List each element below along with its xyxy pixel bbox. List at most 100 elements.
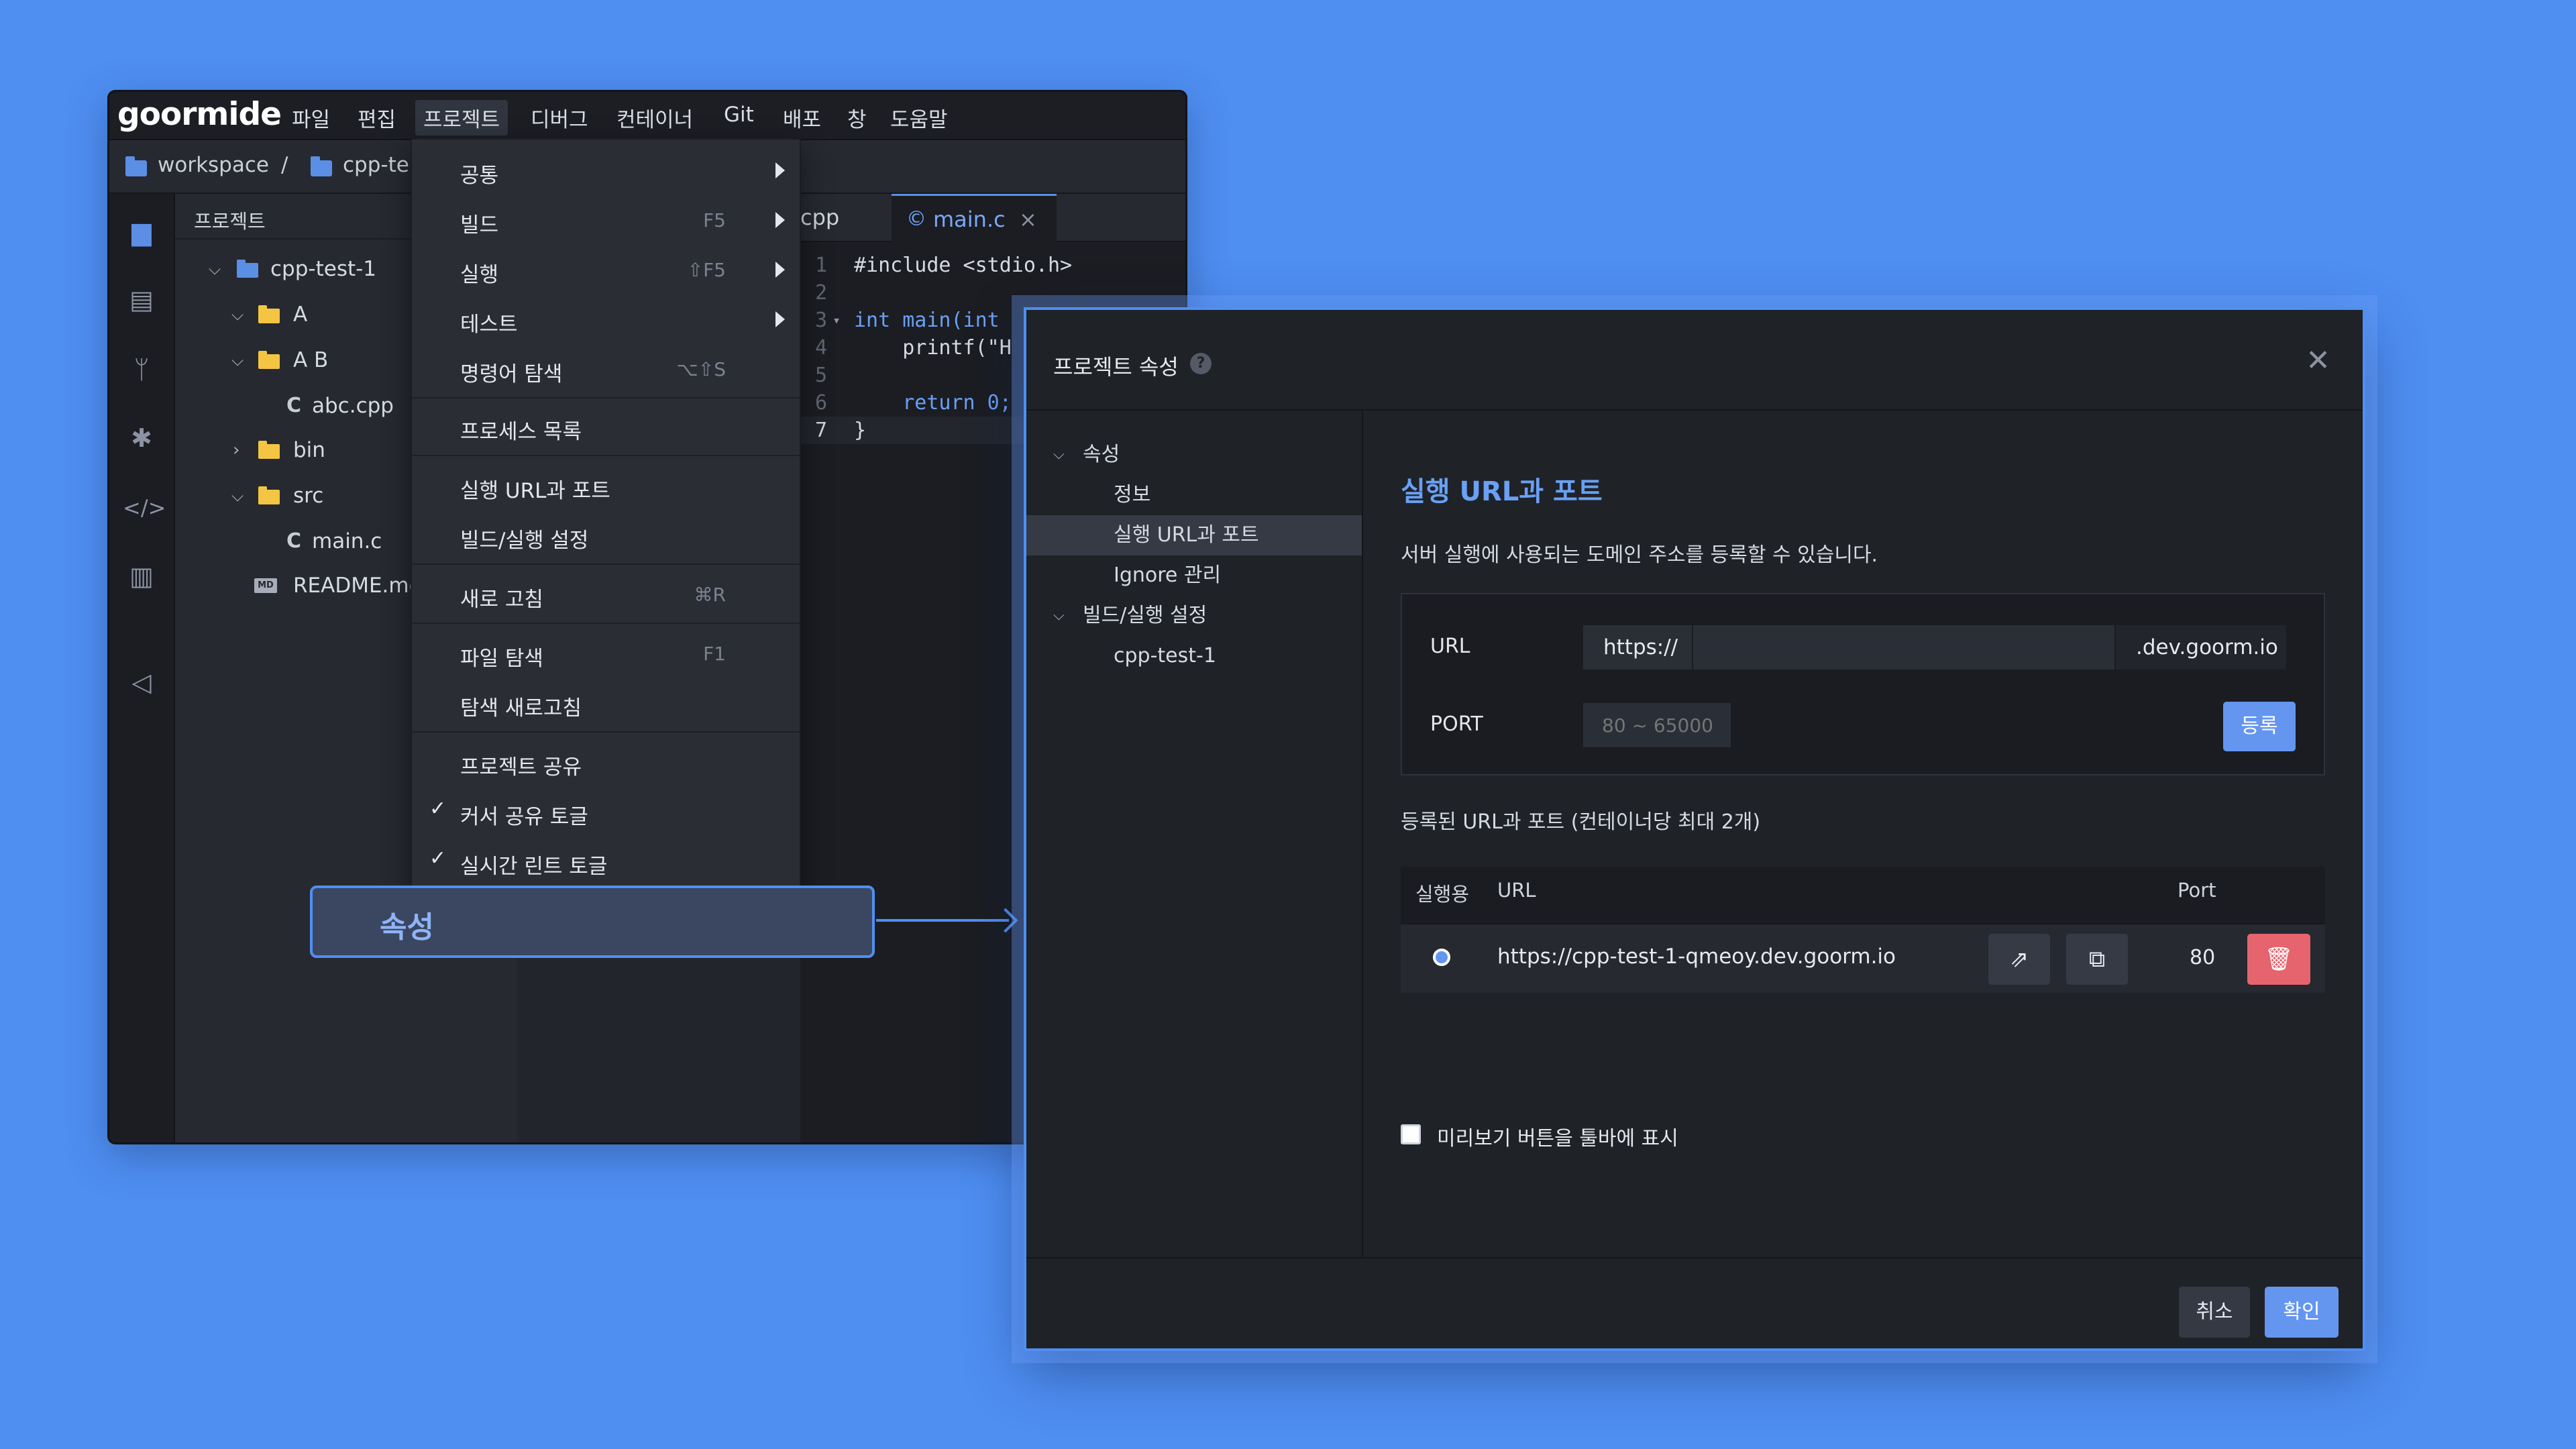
project-dropdown-menu: 공통 빌드 F5 실행 ⇧F5 테스트 명령어 탐색 ⌥⇧S 프로세스 목록 실행 U… xyxy=(411,138,801,899)
sidebar-group-build-run[interactable]: ⌵ 빌드/실행 설정 xyxy=(1026,596,1362,636)
url-input[interactable] xyxy=(1692,624,2116,671)
cancel-button[interactable]: 취소 xyxy=(2179,1287,2250,1338)
menu-item-build-run-settings[interactable]: 빌드/실행 설정 xyxy=(412,511,800,561)
chevron-down-icon: ⌵ xyxy=(1053,446,1065,463)
preview-toolbar-label: 미리보기 버튼을 툴바에 표시 xyxy=(1437,1127,1678,1150)
project-explorer-icon[interactable]: ▆ xyxy=(123,213,160,250)
menu-file[interactable]: 파일 xyxy=(284,100,338,136)
tab-main-c[interactable]: © main.c × xyxy=(892,194,1057,243)
sidebar-item-ignore[interactable]: Ignore 관리 xyxy=(1026,555,1362,596)
folder-icon xyxy=(258,351,280,369)
breadcrumb-workspace[interactable]: workspace xyxy=(158,153,269,177)
dialog-header: 프로젝트 속성 ? ✕ xyxy=(1026,310,2363,411)
vscode-icon[interactable]: ◁ xyxy=(123,663,160,701)
header-run: 실행용 xyxy=(1415,883,1470,906)
checkmark-icon: ✓ xyxy=(429,847,447,870)
terminal-icon[interactable]: ▤ xyxy=(123,281,160,319)
folder-icon xyxy=(258,441,280,459)
row-url: https://cpp-test-1-qmeoy.dev.goorm.io xyxy=(1497,945,1896,969)
url-prefix: https:// xyxy=(1582,624,1693,671)
menu-container[interactable]: 컨테이너 xyxy=(608,100,701,136)
editor-tabs: cpp © main.c × xyxy=(800,194,1185,243)
code-icon[interactable]: </> xyxy=(123,489,166,527)
explorer-title: 프로젝트 xyxy=(194,210,266,233)
row-port: 80 xyxy=(2190,946,2216,969)
callout-connector xyxy=(876,919,1009,922)
menu-edit[interactable]: 편집 xyxy=(350,100,404,136)
delete-icon[interactable]: 🗑 xyxy=(2247,934,2310,985)
header-url: URL xyxy=(1497,879,1536,902)
activity-bar: ▆ ▤ ᛘ ✱ </> ▥ ◁ xyxy=(109,194,175,1142)
sidebar-item-cpp-test-1[interactable]: cpp-test-1 xyxy=(1026,636,1362,676)
menu-window[interactable]: 창 xyxy=(839,100,875,136)
menu-item-command-search[interactable]: 명령어 탐색 ⌥⇧S xyxy=(412,345,800,394)
dialog-sidebar: ⌵ 속성 정보 실행 URL과 포트 Ignore 관리 ⌵ 빌드/실행 설정 … xyxy=(1026,411,1363,1257)
menu-debug[interactable]: 디버그 xyxy=(523,100,596,136)
breadcrumb-project[interactable]: cpp-te xyxy=(343,153,409,177)
project-folder-icon xyxy=(311,156,332,176)
menu-item-test[interactable]: 테스트 xyxy=(412,295,800,345)
sidebar-item-info[interactable]: 정보 xyxy=(1026,475,1362,515)
menu-item-run[interactable]: 실행 ⇧F5 xyxy=(412,246,800,295)
preview-toolbar-checkbox[interactable] xyxy=(1401,1124,1421,1144)
menu-item-process-list[interactable]: 프로세스 목록 xyxy=(412,402,800,452)
submenu-arrow-icon xyxy=(775,162,785,178)
section-description: 서버 실행에 사용되는 도메인 주소를 등록할 수 있습니다. xyxy=(1401,543,1878,567)
menu-item-build[interactable]: 빌드 F5 xyxy=(412,196,800,246)
section-title: 실행 URL과 포트 xyxy=(1401,476,1603,507)
menu-project[interactable]: 프로젝트 xyxy=(415,100,508,136)
folder-icon xyxy=(258,486,280,504)
dialog-content: 실행 URL과 포트 서버 실행에 사용되는 도메인 주소를 등록할 수 있습니… xyxy=(1363,411,2363,1257)
cpp-file-icon: C xyxy=(286,394,302,417)
run-radio[interactable] xyxy=(1433,949,1450,966)
close-icon[interactable]: ✕ xyxy=(2306,343,2330,378)
sidebar-item-run-url-port[interactable]: 실행 URL과 포트 xyxy=(1026,515,1362,555)
url-label: URL xyxy=(1430,635,1470,658)
port-input[interactable] xyxy=(1582,702,1732,749)
markdown-file-icon: MD xyxy=(254,578,277,593)
properties-label: 속성 xyxy=(380,910,434,945)
folder-icon xyxy=(258,305,280,323)
submenu-arrow-icon xyxy=(775,262,785,278)
menu-item-file-search[interactable]: 파일 탐색 F1 xyxy=(412,629,800,679)
port-label: PORT xyxy=(1430,712,1483,736)
help-icon[interactable]: ? xyxy=(1190,353,1212,374)
menu-deploy[interactable]: 배포 xyxy=(775,100,829,136)
sidebar-group-properties[interactable]: ⌵ 속성 xyxy=(1026,435,1362,475)
menu-item-search-refresh[interactable]: 탐색 새로고침 xyxy=(412,679,800,729)
close-tab-icon[interactable]: × xyxy=(1019,196,1037,243)
menu-item-properties-highlight[interactable]: 속성 xyxy=(310,885,875,958)
open-external-icon[interactable]: ⇗ xyxy=(1988,934,2050,985)
tab-cpp[interactable]: cpp xyxy=(800,194,881,241)
breadcrumb-separator: / xyxy=(281,153,288,177)
copy-icon[interactable]: ⧉ xyxy=(2066,934,2128,985)
register-button[interactable]: 등록 xyxy=(2223,702,2296,751)
goormide-logo: goormide xyxy=(117,96,282,133)
project-folder-icon xyxy=(237,260,258,278)
url-port-form: URL https:// .dev.goorm.io PORT 등록 xyxy=(1401,593,2325,775)
dialog-footer: 취소 확인 xyxy=(1026,1257,2363,1355)
dialog-title: 프로젝트 속성 xyxy=(1053,354,1179,380)
menu-item-common[interactable]: 공통 xyxy=(412,146,800,196)
registered-title: 등록된 URL과 포트 (컨테이너당 최대 2개) xyxy=(1401,810,1761,834)
library-icon[interactable]: ▥ xyxy=(123,557,160,595)
table-row: https://cpp-test-1-qmeoy.dev.goorm.io ⇗ … xyxy=(1401,923,2325,993)
menubar: goormide 파일 편집 프로젝트 디버그 컨테이너 Git 배포 창 도움… xyxy=(109,92,1185,140)
workspace-folder-icon xyxy=(125,156,147,176)
header-port: Port xyxy=(2178,879,2216,902)
menu-item-live-lint-toggle[interactable]: ✓ 실시간 린트 토글 xyxy=(412,837,800,887)
menu-item-project-share[interactable]: 프로젝트 공유 xyxy=(412,738,800,788)
menu-git[interactable]: Git xyxy=(716,100,762,129)
chevron-down-icon: ⌵ xyxy=(1053,607,1065,624)
confirm-button[interactable]: 확인 xyxy=(2265,1287,2339,1338)
menu-item-cursor-share-toggle[interactable]: ✓ 커서 공유 토글 xyxy=(412,788,800,837)
menu-item-run-url-port[interactable]: 실행 URL과 포트 xyxy=(412,462,800,511)
c-file-icon: C xyxy=(286,529,302,553)
git-branch-icon[interactable]: ᛘ xyxy=(123,351,160,388)
menu-item-refresh[interactable]: 새로 고침 ⌘R xyxy=(412,570,800,620)
checkmark-icon: ✓ xyxy=(429,797,447,820)
debug-bug-icon[interactable]: ✱ xyxy=(123,419,160,457)
c-file-icon: © xyxy=(906,207,926,231)
menu-help[interactable]: 도움말 xyxy=(882,100,956,136)
submenu-arrow-icon xyxy=(775,212,785,228)
